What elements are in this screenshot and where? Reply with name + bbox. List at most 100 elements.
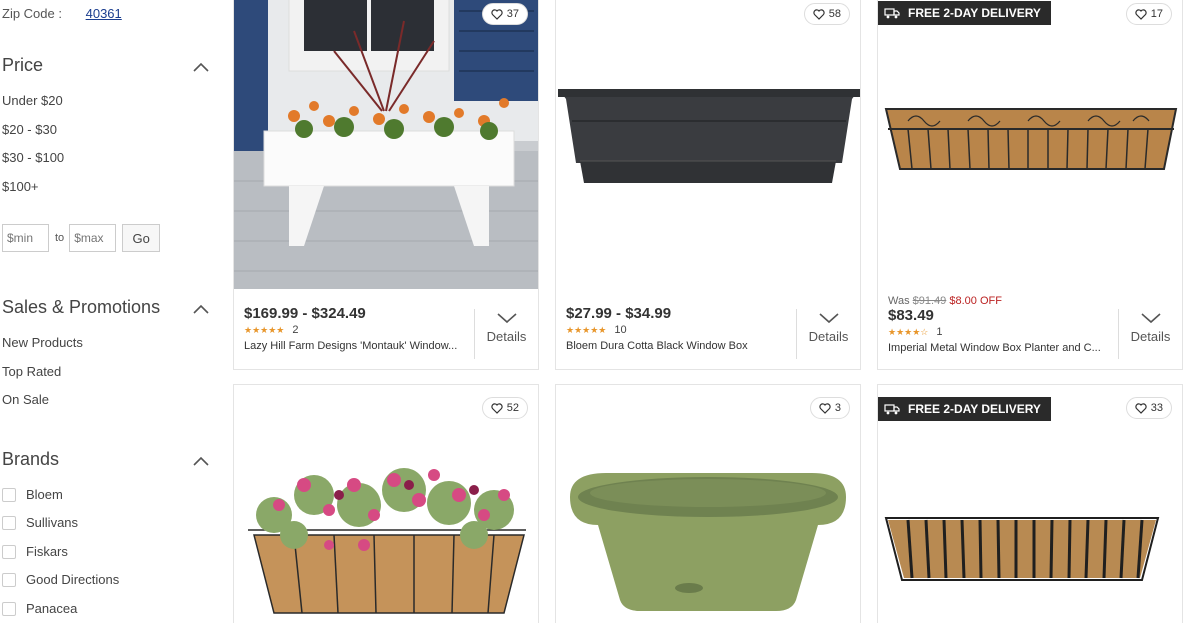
price-option-100-plus[interactable]: $100+	[2, 179, 39, 194]
brand-checkbox[interactable]	[2, 544, 16, 559]
details-label: Details	[1130, 329, 1171, 344]
brand-checkbox[interactable]	[2, 572, 16, 587]
favorite-count: 33	[1150, 402, 1163, 414]
favorite-count: 58	[828, 8, 841, 20]
brand-label: Fiskars	[26, 544, 68, 559]
product-image[interactable]	[878, 0, 1182, 289]
to-label: to	[55, 232, 65, 244]
brands-filter-header[interactable]: Brands	[2, 449, 212, 470]
chevron-up-icon	[192, 451, 210, 472]
price-filter-header[interactable]: Price	[2, 55, 212, 76]
product-rating: ★★★★☆ 1	[888, 326, 1102, 338]
heart-icon	[491, 8, 503, 20]
product-image[interactable]	[556, 0, 860, 289]
sales-option-new-products[interactable]: New Products	[2, 335, 83, 350]
product-card[interactable]: 52	[233, 384, 539, 623]
brands-filter-title: Brands	[2, 449, 60, 469]
favorite-count: 17	[1150, 8, 1163, 20]
brand-checkbox[interactable]	[2, 487, 16, 502]
sales-filter-header[interactable]: Sales & Promotions	[2, 297, 212, 318]
details-label: Details	[808, 329, 849, 344]
chevron-up-icon	[192, 57, 210, 78]
price-option-20-30[interactable]: $20 - $30	[2, 122, 57, 137]
product-price: $83.49	[888, 307, 934, 324]
brand-option-bloem[interactable]: Bloem	[2, 487, 63, 502]
product-image[interactable]	[234, 385, 538, 623]
delivery-badge-label: FREE 2-DAY DELIVERY	[908, 402, 1041, 416]
heart-icon	[819, 402, 831, 414]
zip-code-label: Zip Code :	[2, 6, 62, 21]
sales-option-on-sale[interactable]: On Sale	[2, 392, 49, 407]
review-count: 2	[292, 324, 299, 336]
discount-amount: $8.00 OFF	[949, 295, 1002, 307]
star-rating-icon: ★★★★☆	[888, 326, 929, 337]
brand-label: Panacea	[26, 601, 78, 616]
delivery-badge: FREE 2-DAY DELIVERY	[878, 1, 1051, 25]
product-rating: ★★★★★ 10	[566, 324, 780, 336]
review-count: 1	[936, 326, 943, 338]
details-toggle[interactable]: Details	[474, 309, 538, 359]
product-info: $169.99 - $324.49 ★★★★★ 2 Lazy Hill Farm …	[244, 305, 458, 352]
brand-checkbox[interactable]	[2, 601, 16, 616]
details-toggle[interactable]: Details	[1118, 309, 1182, 359]
star-rating-icon: ★★★★★	[566, 324, 607, 335]
heart-icon	[1135, 402, 1147, 414]
favorite-count: 3	[834, 402, 841, 414]
heart-icon	[813, 8, 825, 20]
product-name[interactable]: Lazy Hill Farm Designs 'Montauk' Window.…	[244, 340, 458, 352]
brand-label: Sullivans	[26, 515, 79, 530]
product-price: $27.99 - $34.99	[566, 305, 672, 322]
delivery-badge: FREE 2-DAY DELIVERY	[878, 397, 1051, 421]
favorite-button[interactable]: 37	[481, 3, 528, 25]
favorite-button[interactable]: 58	[803, 3, 850, 25]
favorite-button[interactable]: 33	[1125, 397, 1172, 419]
brand-option-fiskars[interactable]: Fiskars	[2, 544, 68, 559]
chevron-down-icon	[818, 313, 839, 324]
chevron-down-icon	[496, 313, 517, 324]
favorite-count: 52	[506, 402, 519, 414]
details-label: Details	[486, 329, 527, 344]
was-label: Was	[888, 295, 910, 307]
original-price: $91.49	[912, 295, 947, 307]
product-rating: ★★★★★ 2	[244, 324, 458, 336]
delivery-badge-label: FREE 2-DAY DELIVERY	[908, 6, 1041, 20]
brand-checkbox[interactable]	[2, 515, 16, 530]
sales-option-top-rated[interactable]: Top Rated	[2, 364, 61, 379]
min-price-input[interactable]	[2, 224, 49, 252]
brand-option-sullivans[interactable]: Sullivans	[2, 515, 78, 530]
favorite-button[interactable]: 3	[809, 397, 850, 419]
max-price-input[interactable]	[69, 224, 117, 252]
price-range-form: to Go	[2, 224, 161, 252]
favorite-button[interactable]: 17	[1125, 3, 1172, 25]
review-count: 10	[614, 324, 627, 336]
brand-option-good-directions[interactable]: Good Directions	[2, 572, 119, 587]
zip-code-link[interactable]: 40361	[86, 6, 122, 21]
zip-code: Zip Code : 40361	[2, 6, 122, 21]
product-card[interactable]: 37 $169.99 - $324.49 ★★★★★ 2 Lazy Hill Fa…	[233, 0, 539, 370]
product-name[interactable]: Bloem Dura Cotta Black Window Box	[566, 340, 780, 352]
heart-icon	[491, 402, 503, 414]
chevron-down-icon	[1140, 313, 1161, 324]
product-card[interactable]: 58 $27.99 - $34.99 ★★★★★ 10 Bloem Dura Co…	[555, 0, 861, 370]
product-image[interactable]	[234, 0, 538, 289]
details-toggle[interactable]: Details	[796, 309, 860, 359]
product-card[interactable]: FREE 2-DAY DELIVERY 17 Was $91.49 $8.00 …	[877, 0, 1183, 370]
product-name[interactable]: Imperial Metal Window Box Planter and C.…	[888, 342, 1102, 354]
product-info: $27.99 - $34.99 ★★★★★ 10 Bloem Dura Cotta…	[566, 305, 780, 352]
product-card[interactable]: 3	[555, 384, 861, 623]
product-image[interactable]	[556, 385, 860, 623]
price-option-under-20[interactable]: Under $20	[2, 93, 63, 108]
price-filter-title: Price	[2, 55, 44, 75]
brand-option-panacea[interactable]: Panacea	[2, 601, 77, 616]
filter-sidebar: Zip Code : 40361 Price Under $20 $20 - $…	[0, 0, 220, 623]
favorite-button[interactable]: 52	[481, 397, 528, 419]
go-button[interactable]: Go	[122, 224, 161, 252]
star-rating-icon: ★★★★★	[244, 324, 285, 335]
truck-icon	[884, 8, 900, 19]
product-price: $169.99 - $324.49	[244, 305, 366, 322]
brand-label: Good Directions	[26, 572, 120, 587]
truck-icon	[884, 404, 900, 415]
was-price: Was $91.49 $8.00 OFF	[888, 295, 1102, 307]
product-card[interactable]: FREE 2-DAY DELIVERY 33	[877, 384, 1183, 623]
price-option-30-100[interactable]: $30 - $100	[2, 150, 64, 165]
